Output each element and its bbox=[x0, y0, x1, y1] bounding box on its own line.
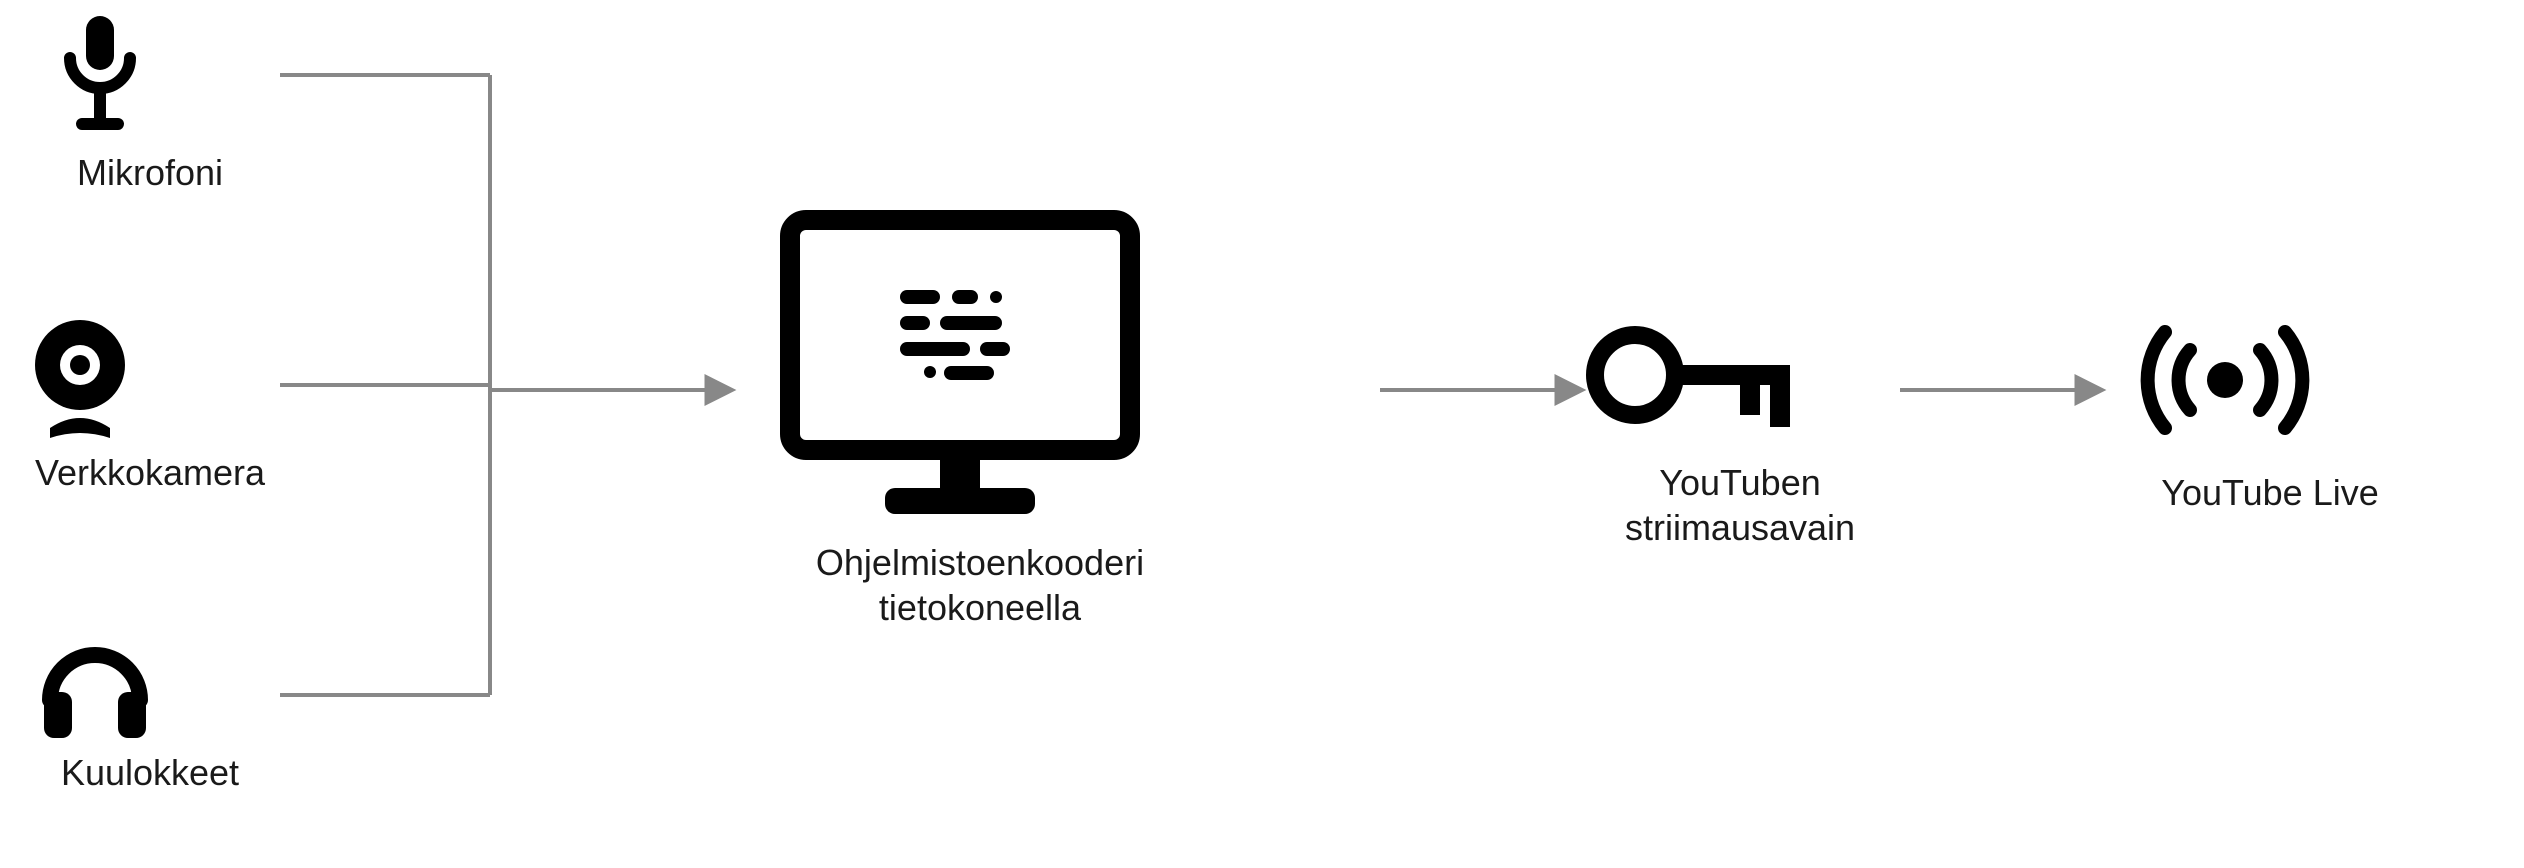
webcam-icon bbox=[20, 310, 280, 450]
input-headphones-label: Kuulokkeet bbox=[30, 750, 270, 795]
microphone-icon bbox=[40, 10, 260, 150]
headphones-icon bbox=[30, 620, 270, 750]
streamkey-node: YouTuben striimausavain bbox=[1580, 310, 1900, 550]
broadcast-icon bbox=[2120, 310, 2420, 450]
input-mic-node: Mikrofoni bbox=[40, 10, 260, 195]
input-bracket-connector bbox=[280, 60, 510, 710]
key-icon bbox=[1580, 310, 1900, 440]
input-webcam-node: Verkkokamera bbox=[20, 310, 280, 495]
encoder-node: Ohjelmistoenkooderi tietokoneella bbox=[770, 200, 1190, 630]
arrow-key-to-live bbox=[1900, 370, 2120, 410]
monitor-icon bbox=[770, 200, 1190, 530]
arrow-inputs-to-encoder bbox=[490, 370, 750, 410]
arrow-encoder-to-key bbox=[1380, 370, 1600, 410]
input-mic-label: Mikrofoni bbox=[40, 150, 260, 195]
input-webcam-label: Verkkokamera bbox=[20, 450, 280, 495]
streamkey-label: YouTuben striimausavain bbox=[1580, 460, 1900, 550]
live-node: YouTube Live bbox=[2120, 310, 2420, 515]
encoder-label: Ohjelmistoenkooderi tietokoneella bbox=[770, 540, 1190, 630]
input-headphones-node: Kuulokkeet bbox=[30, 620, 270, 795]
live-label: YouTube Live bbox=[2120, 470, 2420, 515]
